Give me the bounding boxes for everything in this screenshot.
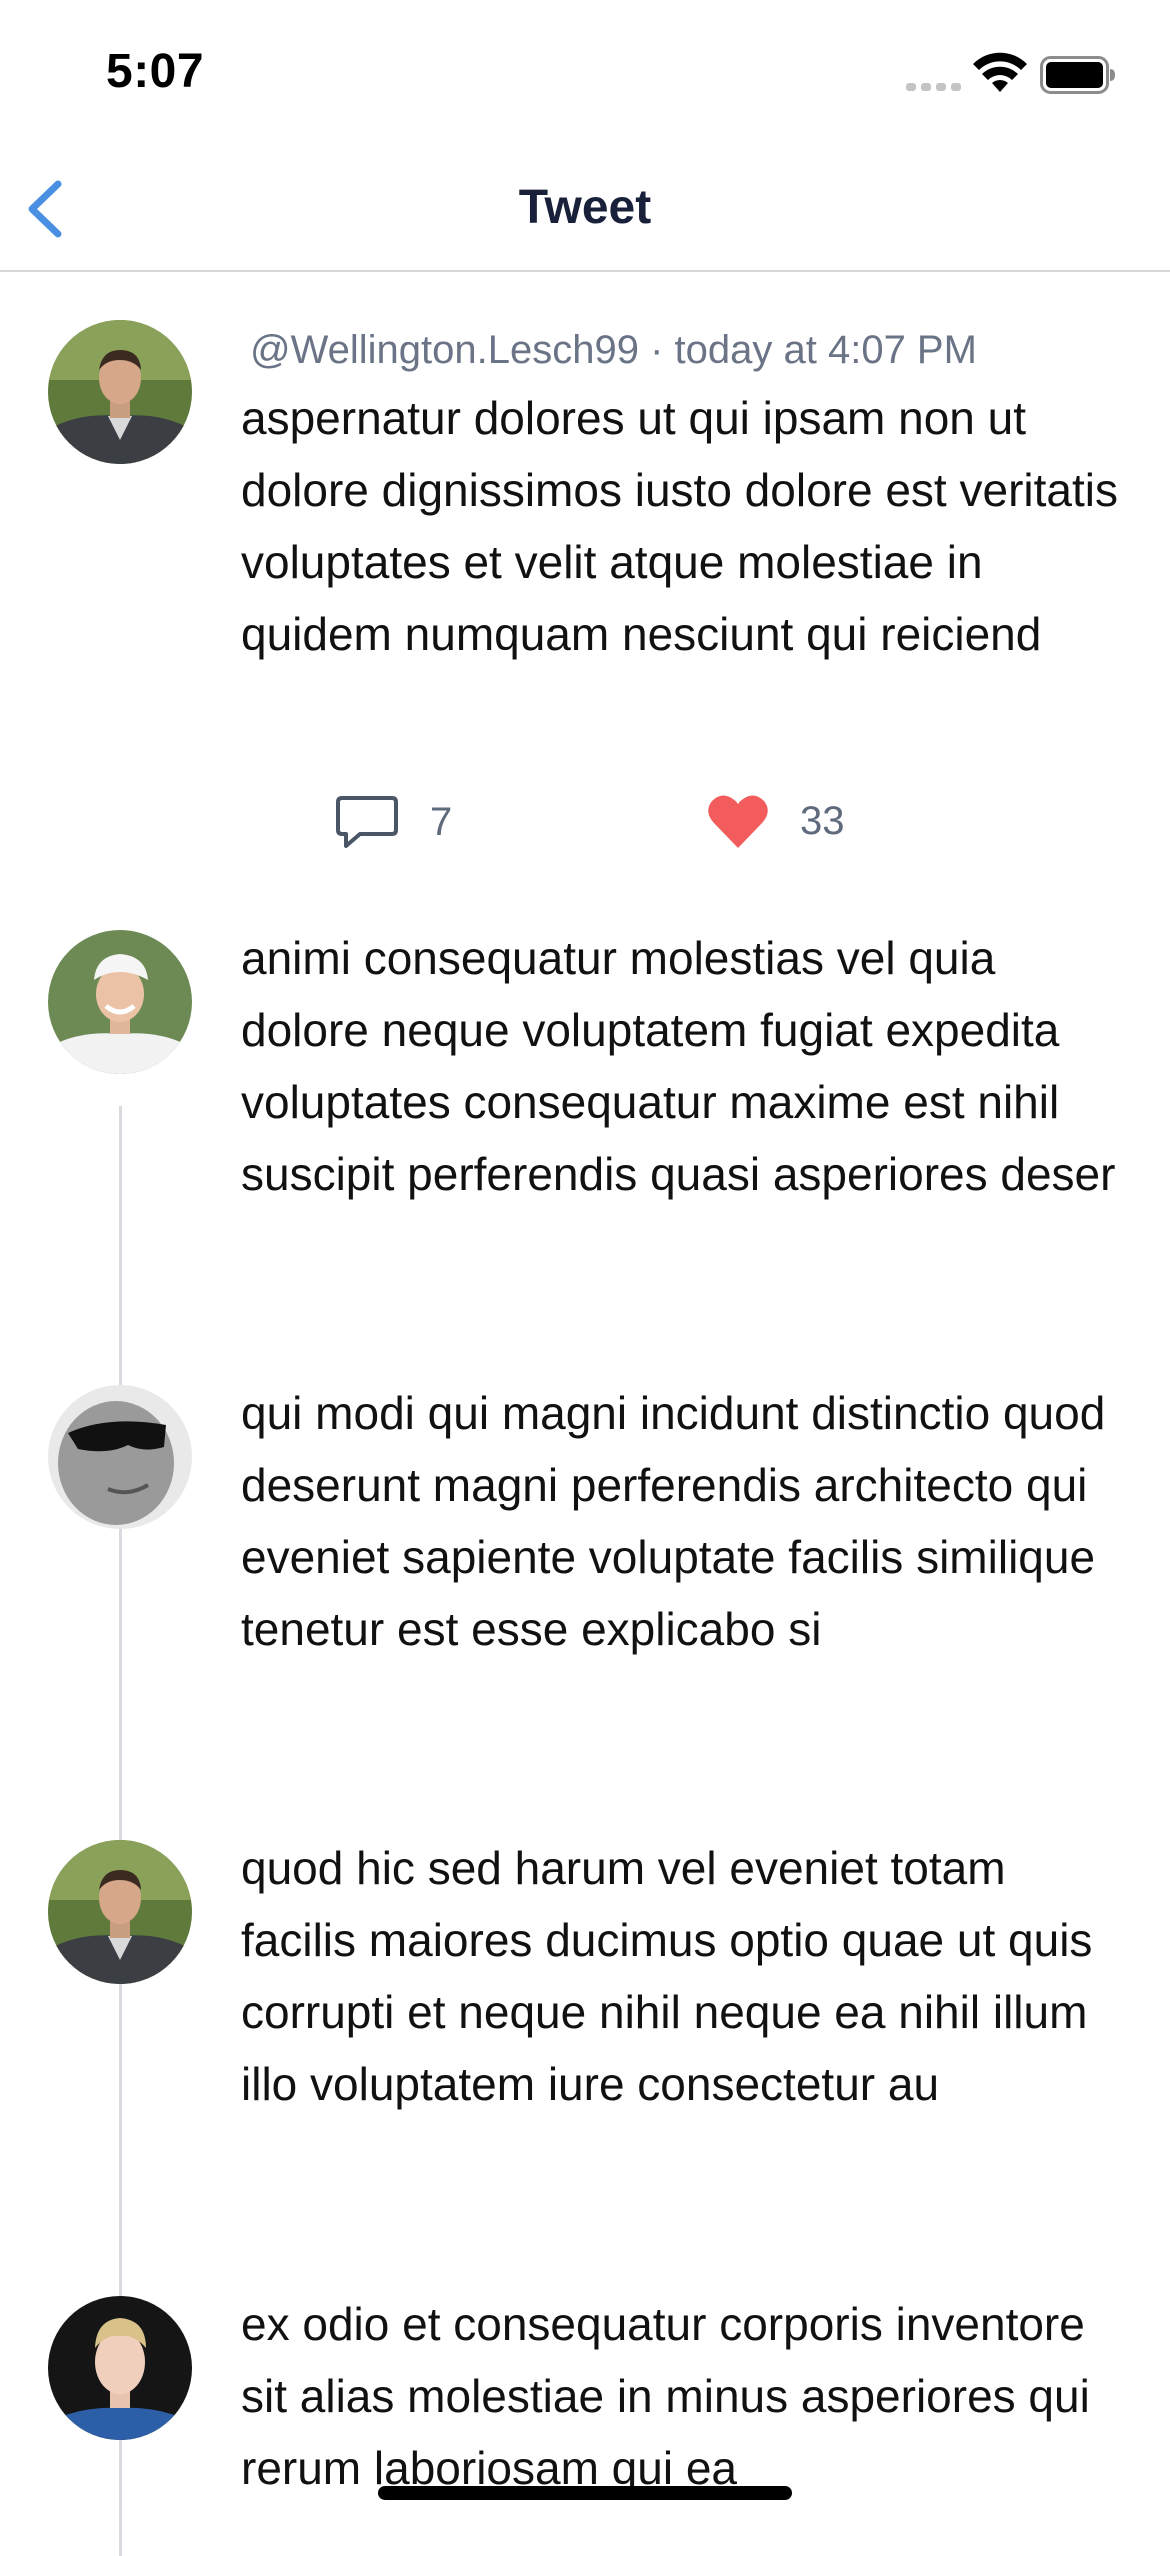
tweet-text: aspernatur dolores ut qui ipsam non ut d… [241, 392, 1118, 660]
avatar[interactable] [48, 2296, 192, 2440]
tweet-text: animi consequatur molestias vel quia dol… [241, 932, 1116, 1200]
heart-icon [708, 795, 768, 848]
like-count: 33 [800, 798, 845, 843]
home-indicator[interactable] [378, 2486, 792, 2500]
battery-icon [1040, 56, 1115, 94]
avatar-man-sunglasses-image [48, 1385, 192, 1529]
tweet-text: ex odio et consequatur corporis inventor… [241, 2298, 1090, 2494]
reply-count: 7 [430, 799, 453, 844]
avatar-man-jacket-image [48, 320, 192, 464]
wifi-icon [973, 52, 1027, 92]
tweet-actions: 7 33 [0, 792, 1170, 872]
comment-icon [336, 796, 398, 848]
status-bar: 5:07 [0, 0, 1170, 150]
avatar-man-blond-image [48, 2296, 192, 2440]
status-time: 5:07 [106, 45, 205, 98]
avatar[interactable] [48, 1840, 192, 1984]
tweet-meta: @Wellington.Lesch99 · today at 4:07 PM [250, 328, 977, 372]
tweet-text: qui modi qui magni incidunt distinctio q… [241, 1387, 1106, 1655]
avatar[interactable] [48, 1385, 192, 1529]
avatar-man-jacket-image [48, 1840, 192, 1984]
avatar[interactable] [48, 320, 192, 464]
nav-bar: Tweet [0, 150, 1170, 272]
page-title: Tweet [518, 181, 652, 234]
like-button[interactable]: 33 [706, 792, 845, 850]
cellular-signal-icon [906, 83, 961, 91]
reply-button[interactable]: 7 [334, 792, 452, 852]
tweet-text: quod hic sed harum vel eveniet totam fac… [241, 1842, 1093, 2110]
avatar-man-cap-image [48, 930, 192, 1074]
avatar[interactable] [48, 930, 192, 1074]
